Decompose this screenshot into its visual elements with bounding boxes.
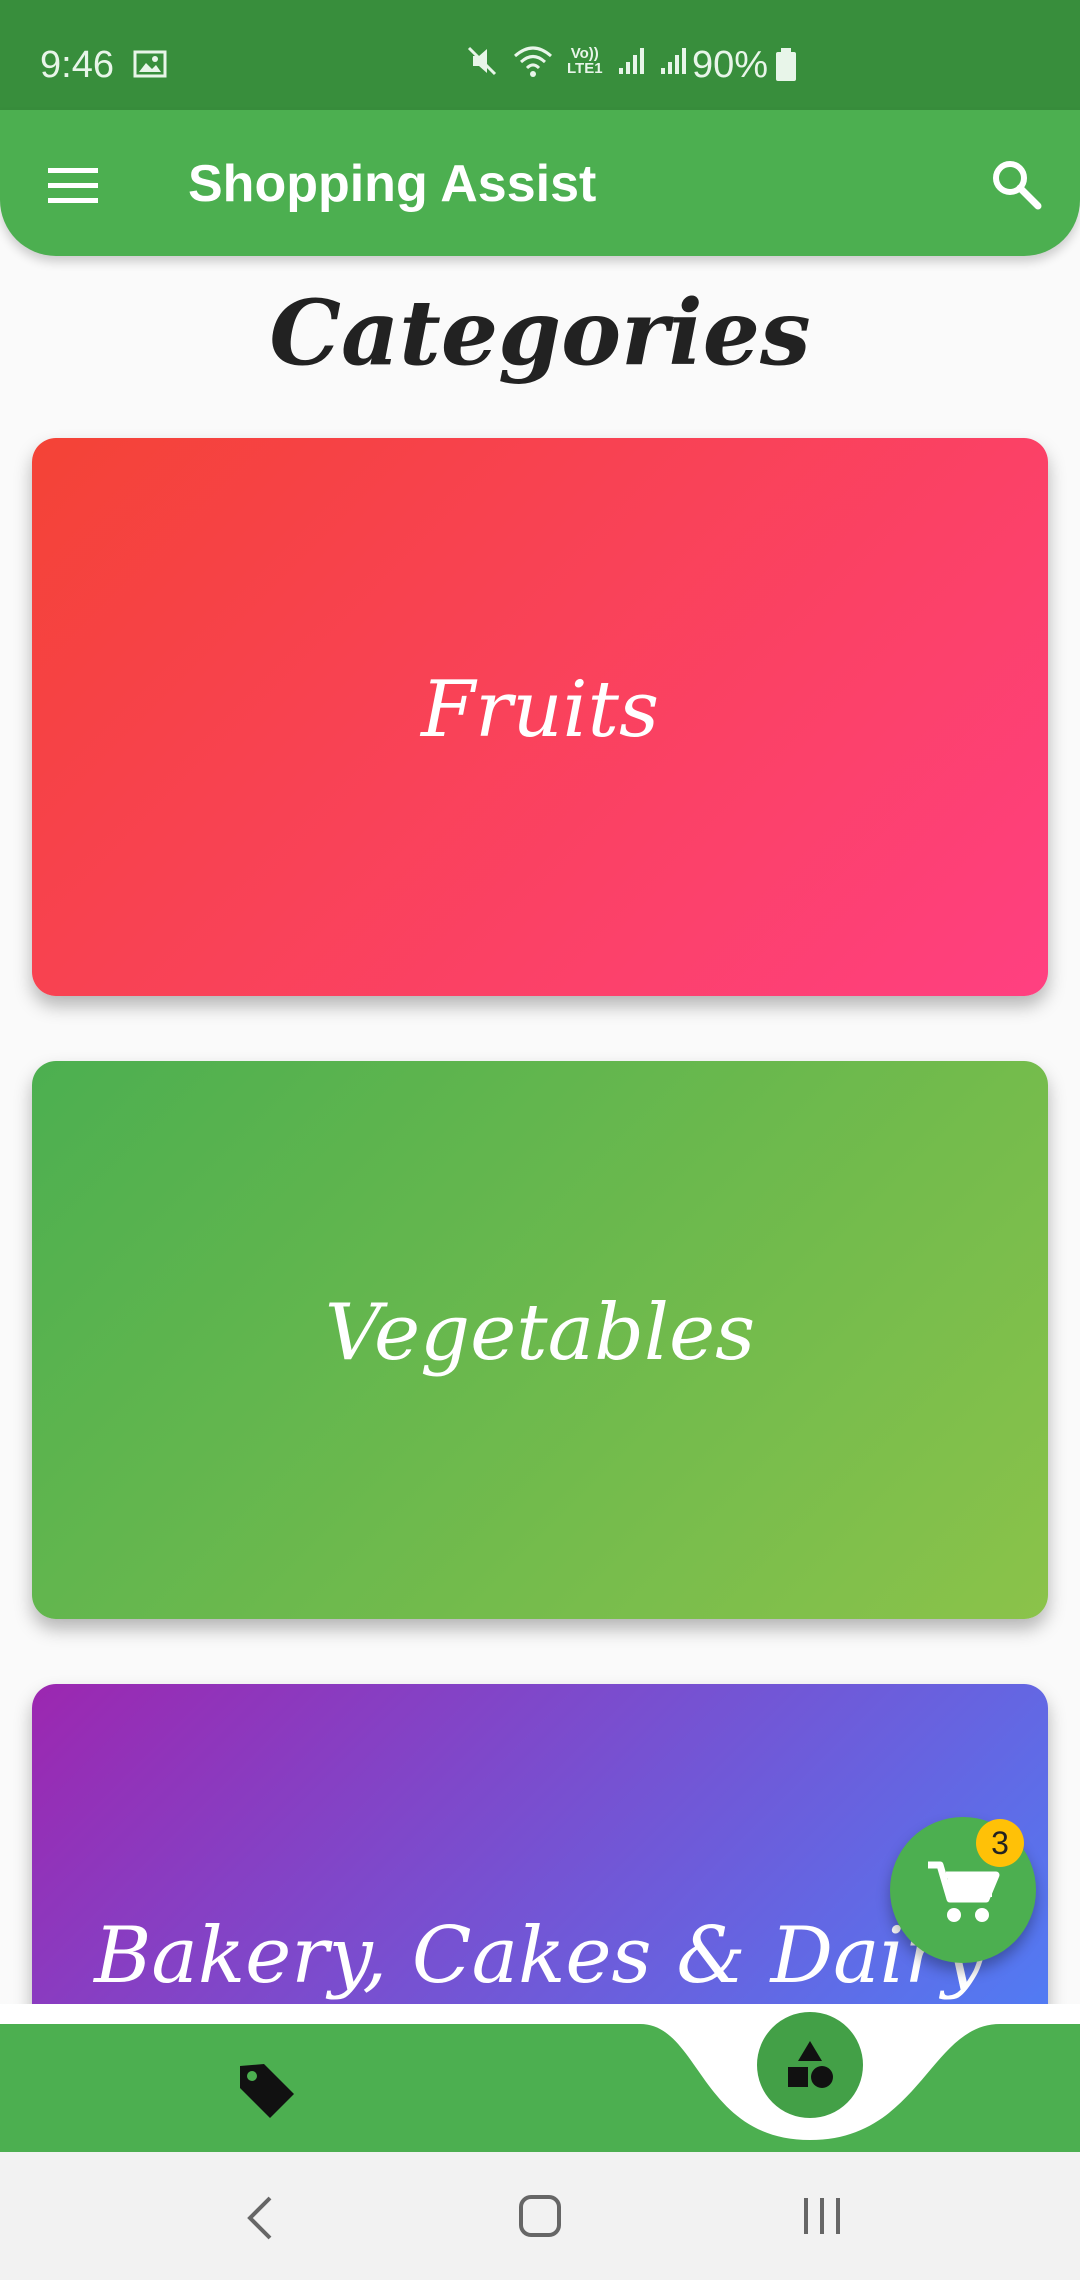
- wifi-icon: [514, 46, 552, 77]
- app-title: Shopping Assist: [188, 155, 597, 213]
- system-navigation-bar: [0, 2152, 1080, 2280]
- lte-label: LTE1: [567, 60, 603, 77]
- back-icon[interactable]: [240, 2194, 280, 2242]
- battery-icon: [776, 48, 796, 81]
- mute-icon: [467, 46, 497, 76]
- category-label: Vegetables: [324, 1288, 756, 1378]
- volte-icon: Vo)) LTE1: [567, 46, 603, 76]
- bottom-navigation-bar: [0, 2004, 1080, 2152]
- bottom-bar-background: [0, 2004, 1080, 2152]
- recents-icon[interactable]: [800, 2196, 844, 2236]
- status-time: 9:46: [40, 44, 114, 86]
- home-icon[interactable]: [518, 2194, 562, 2238]
- category-card-fruits[interactable]: Fruits: [32, 438, 1048, 996]
- category-label: Bakery, Cakes & Dairy: [94, 1911, 986, 2001]
- category-card-vegetables[interactable]: Vegetables: [32, 1061, 1048, 1619]
- search-icon[interactable]: [990, 158, 1042, 210]
- cart-count-badge: 3: [976, 1819, 1024, 1867]
- shapes-icon: [788, 2041, 833, 2088]
- image-icon: [133, 50, 167, 78]
- status-bar: 9:46 Vo)) LTE1 90%: [0, 0, 1080, 110]
- page-title: Categories: [269, 280, 811, 386]
- categories-nav-button[interactable]: [757, 2012, 863, 2118]
- signal-icon: [618, 48, 644, 74]
- category-label: Fruits: [421, 665, 659, 755]
- status-indicators: Vo)) LTE1: [465, 44, 687, 78]
- battery-percent: 90%: [692, 44, 769, 86]
- menu-icon[interactable]: [48, 166, 98, 206]
- cart-button[interactable]: 3: [890, 1817, 1036, 1963]
- signal-icon: [660, 48, 686, 74]
- app-bar: Shopping Assist: [0, 110, 1080, 256]
- tag-icon[interactable]: [236, 2060, 298, 2122]
